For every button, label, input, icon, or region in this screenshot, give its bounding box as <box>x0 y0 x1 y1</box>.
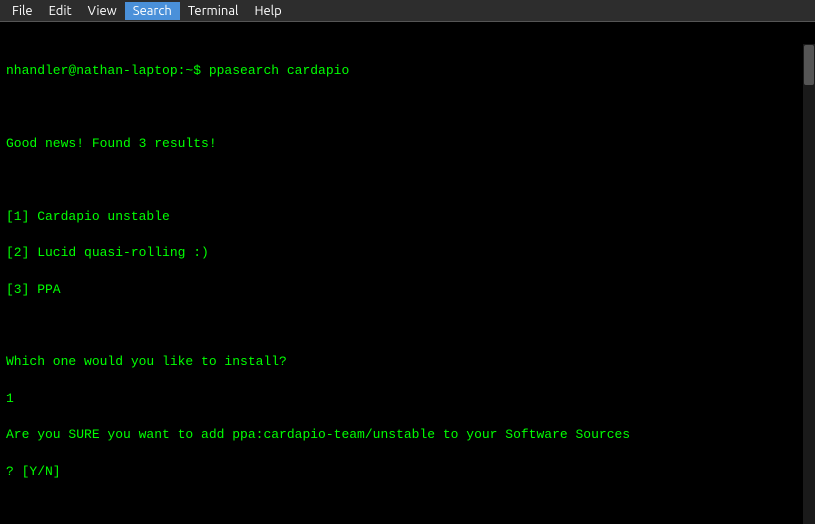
menu-help[interactable]: Help <box>246 2 289 20</box>
terminal-line <box>6 172 801 190</box>
menu-edit[interactable]: Edit <box>41 2 80 20</box>
scrollbar-thumb[interactable] <box>804 45 814 85</box>
terminal-line <box>6 317 801 335</box>
terminal-line: Which one would you like to install? <box>6 353 801 371</box>
menu-view[interactable]: View <box>80 2 125 20</box>
terminal-line: [3] PPA <box>6 281 801 299</box>
terminal-line: [2] Lucid quasi-rolling :) <box>6 244 801 262</box>
menu-search[interactable]: Search <box>125 2 180 20</box>
terminal-line: ? [Y/N] <box>6 463 801 481</box>
menu-terminal[interactable]: Terminal <box>180 2 247 20</box>
terminal-line: Are you SURE you want to add ppa:cardapi… <box>6 426 801 444</box>
terminal-line <box>6 99 801 117</box>
terminal-line: [1] Cardapio unstable <box>6 208 801 226</box>
terminal-content: nhandler@nathan-laptop:~$ ppasearch card… <box>0 22 815 502</box>
terminal-line: Good news! Found 3 results! <box>6 135 801 153</box>
menu-file[interactable]: File <box>4 2 41 20</box>
terminal-line: 1 <box>6 390 801 408</box>
terminal-line: nhandler@nathan-laptop:~$ ppasearch card… <box>6 62 801 80</box>
scrollbar[interactable] <box>803 44 815 524</box>
menubar: File Edit View Search Terminal Help <box>0 0 815 22</box>
